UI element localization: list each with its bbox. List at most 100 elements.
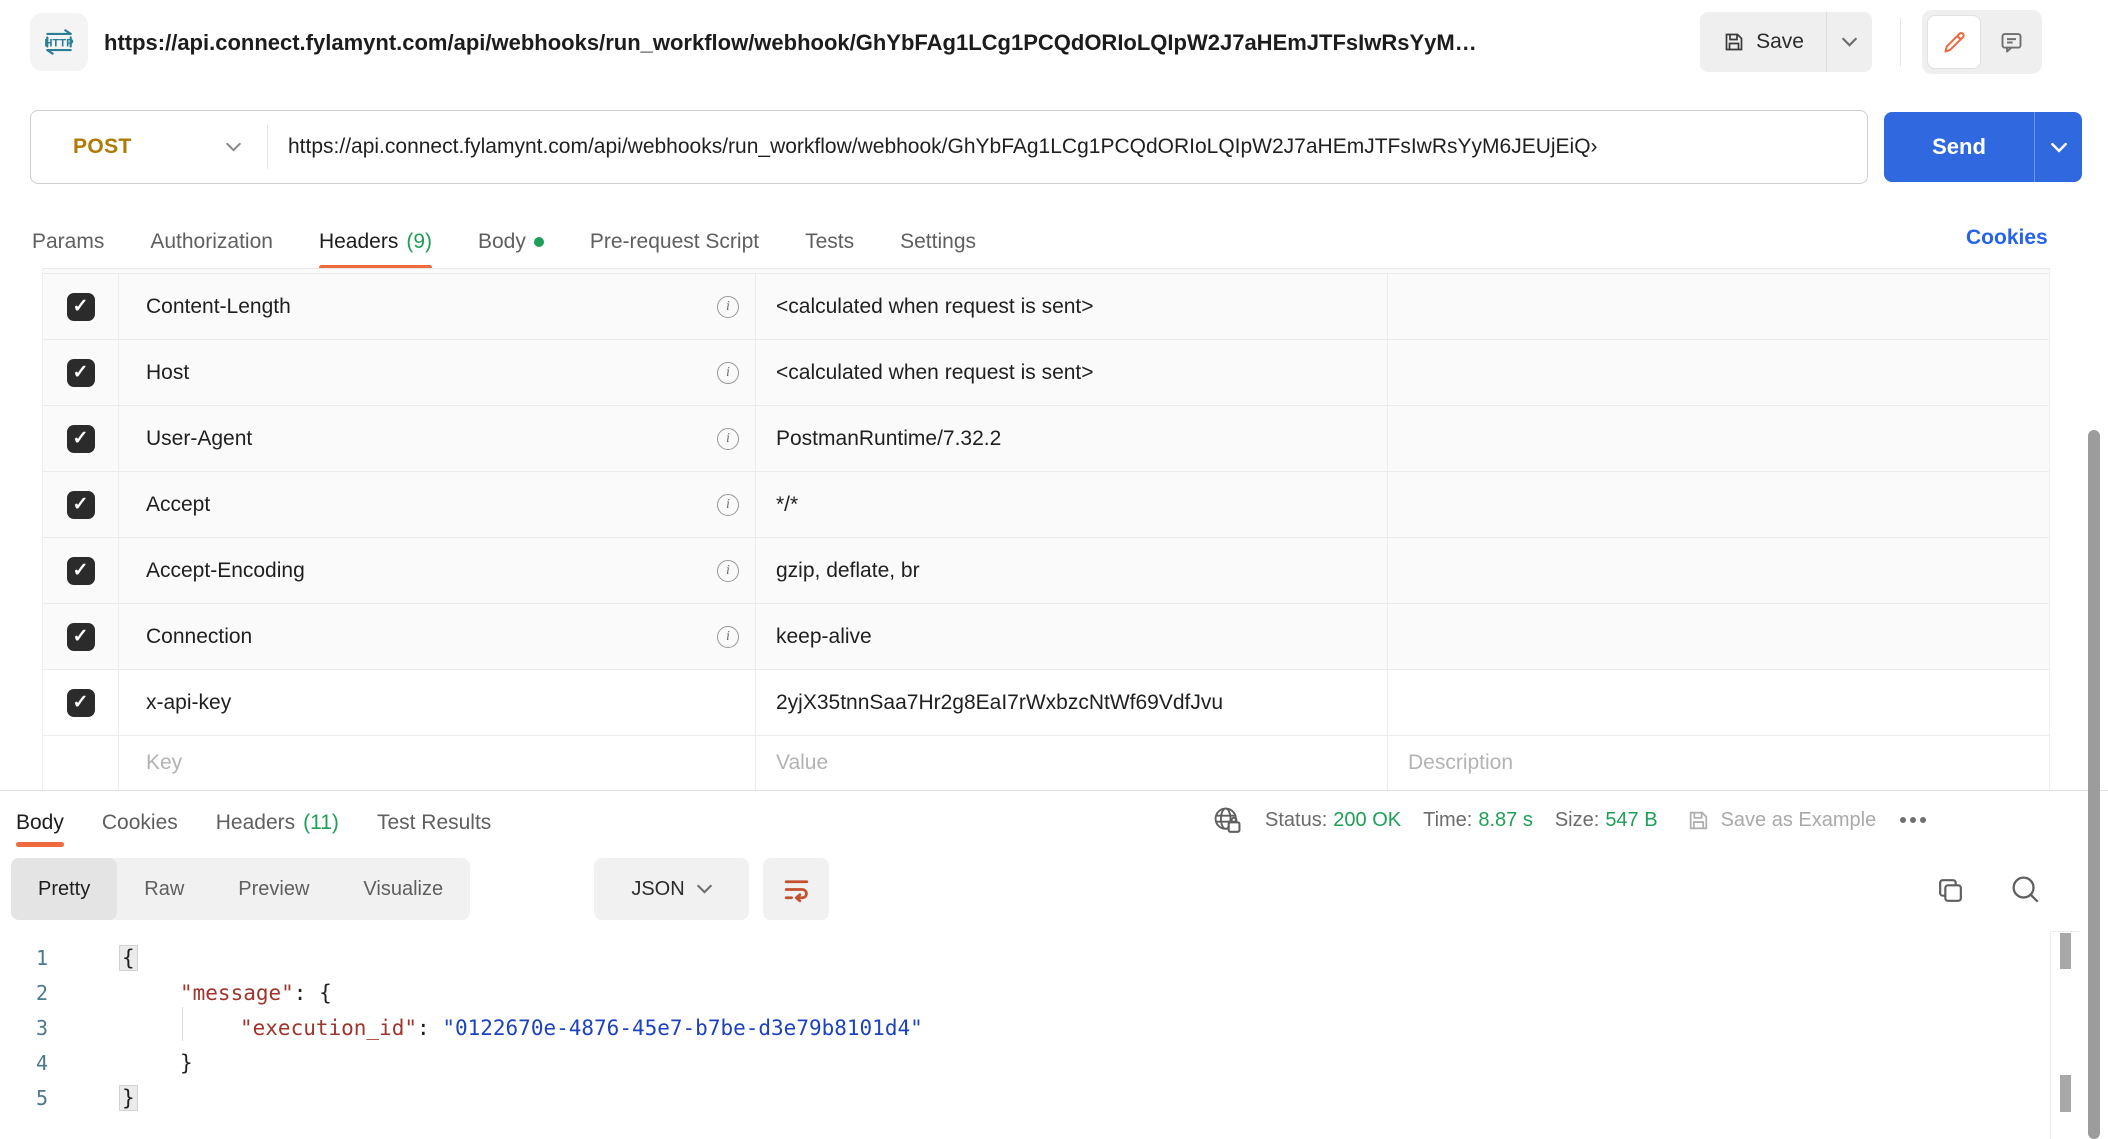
save-as-example-button[interactable]: Save as Example (1686, 808, 1877, 833)
header-checkbox[interactable]: ✓ (67, 623, 95, 651)
header-key[interactable]: x-api-key (146, 691, 231, 715)
checkbox-cell: ✓ (43, 670, 119, 735)
size-value[interactable]: 547 B (1605, 809, 1657, 832)
header-key[interactable]: Connection (146, 625, 252, 649)
json-token: } (180, 1051, 193, 1075)
tab-count-badge: (11) (303, 811, 339, 835)
header-checkbox[interactable]: ✓ (67, 425, 95, 453)
format-select[interactable]: JSON (594, 858, 749, 920)
header-checkbox[interactable]: ✓ (67, 359, 95, 387)
description-cell[interactable] (1388, 472, 2050, 537)
request-tab-body[interactable]: Body (478, 213, 544, 270)
header-key[interactable]: Content-Length (146, 295, 291, 319)
header-key[interactable]: Accept-Encoding (146, 559, 305, 583)
http-request-icon: HTTP (30, 13, 88, 71)
code-scrollbar-mark[interactable] (2060, 1075, 2071, 1112)
key-input[interactable]: Key (146, 751, 182, 775)
checkbox-cell: ✓ (43, 274, 119, 339)
header-row-connection: ✓ Connectioni keep-alive (43, 604, 2049, 670)
send-options-button[interactable] (2034, 112, 2082, 182)
response-tab-headers[interactable]: Headers(11) (216, 798, 339, 847)
save-button[interactable]: Save (1700, 12, 1826, 72)
cookies-link[interactable]: Cookies (1966, 226, 2048, 250)
description-cell[interactable] (1388, 340, 2050, 405)
description-cell[interactable] (1388, 604, 2050, 669)
new-header-row: Key Value Description (43, 736, 2049, 790)
request-tab-params[interactable]: Params (32, 213, 104, 270)
header-row-accept: ✓ Accepti */* (43, 472, 2049, 538)
description-cell[interactable] (1388, 406, 2050, 471)
request-tab-pre-request-script[interactable]: Pre-request Script (590, 213, 759, 270)
comment-button[interactable] (1985, 15, 2037, 69)
more-options-icon[interactable] (1896, 813, 1930, 827)
doc-toolbar (1922, 10, 2042, 74)
time-value[interactable]: 8.87 s (1478, 809, 1532, 832)
header-value[interactable]: <calculated when request is sent> (776, 295, 1094, 319)
network-info-icon[interactable] (1212, 805, 1243, 836)
header-value[interactable]: keep-alive (776, 625, 872, 649)
header-value[interactable]: <calculated when request is sent> (776, 361, 1094, 385)
send-button[interactable]: Send (1884, 112, 2082, 182)
url-value: https://api.connect.fylamynt.com/api/web… (288, 135, 1598, 159)
description-cell[interactable] (1388, 538, 2050, 603)
save-as-example-label: Save as Example (1721, 809, 1877, 832)
response-body[interactable]: 1{2"message": {3"execution_id": "0122670… (0, 941, 2050, 1116)
description-cell[interactable] (1388, 274, 2050, 339)
request-tab-tests[interactable]: Tests (805, 213, 854, 270)
header-key[interactable]: Accept (146, 493, 210, 517)
checkbox-cell: ✓ (43, 538, 119, 603)
line-number: 1 (0, 941, 48, 976)
header-checkbox[interactable]: ✓ (67, 557, 95, 585)
code-scrollbar-thumb[interactable] (2060, 933, 2071, 969)
header-key[interactable]: Host (146, 361, 189, 385)
header-key[interactable]: User-Agent (146, 427, 252, 451)
copy-response-button[interactable] (1930, 870, 1970, 910)
response-tab-body[interactable]: Body (16, 798, 64, 847)
header-checkbox[interactable]: ✓ (67, 689, 95, 717)
request-tab-headers[interactable]: Headers(9) (319, 213, 432, 270)
key-cell: Accepti (119, 472, 756, 537)
info-icon: i (717, 560, 739, 582)
search-response-button[interactable] (2004, 868, 2046, 910)
header-value[interactable]: PostmanRuntime/7.32.2 (776, 427, 1001, 451)
request-tab-authorization[interactable]: Authorization (150, 213, 273, 270)
save-options-button[interactable] (1826, 12, 1872, 72)
indent-guide (182, 1007, 183, 1041)
header-checkbox[interactable]: ✓ (67, 491, 95, 519)
response-tab-cookies[interactable]: Cookies (102, 798, 178, 847)
url-input[interactable]: https://api.connect.fylamynt.com/api/web… (268, 111, 1867, 183)
key-cell: Hosti (119, 340, 756, 405)
json-token: : { (294, 981, 332, 1005)
description-cell: Description (1388, 736, 2050, 790)
header-value[interactable]: */* (776, 493, 798, 517)
status-value[interactable]: 200 OK (1333, 809, 1401, 832)
request-tab-authorization-label: Authorization (150, 230, 273, 254)
method-label: POST (73, 135, 132, 159)
view-tab-preview[interactable]: Preview (211, 858, 336, 920)
main-scrollbar-thumb[interactable] (2088, 430, 2100, 1139)
view-tab-pretty[interactable]: Pretty (11, 858, 117, 920)
value-cell: */* (756, 472, 1388, 537)
request-tab-settings[interactable]: Settings (900, 213, 976, 270)
edit-button[interactable] (1927, 15, 1981, 69)
key-cell: Connectioni (119, 604, 756, 669)
view-tab-raw[interactable]: Raw (117, 858, 211, 920)
wrap-lines-button[interactable] (763, 858, 829, 920)
code-line-content: { (120, 941, 137, 976)
header-value[interactable]: gzip, deflate, br (776, 559, 920, 583)
line-number: 4 (0, 1046, 48, 1081)
description-cell[interactable] (1388, 670, 2050, 735)
tab-count-badge: (9) (406, 230, 432, 254)
header-value[interactable]: 2yjX35tnnSaa7Hr2g8EaI7rWxbzcNtWf69VdfJvu (776, 691, 1223, 715)
view-tab-visualize[interactable]: Visualize (336, 858, 470, 920)
response-tab-test-results[interactable]: Test Results (377, 798, 491, 847)
request-title: https://api.connect.fylamynt.com/api/web… (104, 0, 1477, 86)
value-input[interactable]: Value (776, 751, 828, 775)
description-input[interactable]: Description (1408, 751, 1513, 775)
checkbox-cell (43, 736, 119, 790)
method-select[interactable]: POST (31, 111, 267, 183)
request-url-bar: POST https://api.connect.fylamynt.com/ap… (30, 110, 1868, 184)
header-checkbox[interactable]: ✓ (67, 293, 95, 321)
line-number: 5 (0, 1081, 48, 1116)
value-cell: 2yjX35tnnSaa7Hr2g8EaI7rWxbzcNtWf69VdfJvu (756, 670, 1388, 735)
